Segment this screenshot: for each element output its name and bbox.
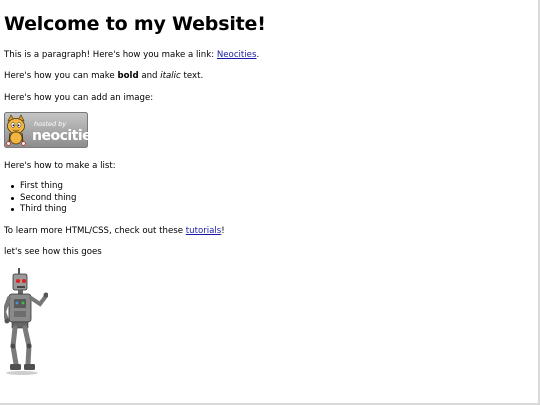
paragraph-formatting: Here's how you can make bold and italic … <box>4 71 203 82</box>
paragraph-closing: let's see how this goes <box>4 247 102 257</box>
page-heading: Welcome to my Website! <box>4 13 266 35</box>
paragraph-image-intro: Here's how you can add an image: <box>4 93 154 103</box>
cat-mascot-icon <box>6 114 26 146</box>
formatting-text-before: Here's how you can make <box>4 71 118 81</box>
paragraph-text: This is a paragraph! Here's how you make… <box>4 50 217 60</box>
formatting-text-after: text. <box>180 71 204 81</box>
tutorials-text-before: To learn more HTML/CSS, check out these <box>4 226 186 236</box>
robot-image <box>4 268 48 375</box>
badge-line2: neocities <box>32 128 88 144</box>
paragraph-end: . <box>256 50 260 60</box>
paragraph-list-intro: Here's how to make a list: <box>4 161 116 171</box>
formatting-text-middle: and <box>138 71 161 81</box>
things-list: First thing Second thing Third thing <box>4 181 76 216</box>
neocities-link[interactable]: Neocities <box>217 50 257 60</box>
list-item: First thing <box>4 181 76 193</box>
tutorials-link[interactable]: tutorials <box>186 226 222 236</box>
italic-text: italic <box>160 71 181 81</box>
paragraph-tutorials: To learn more HTML/CSS, check out these … <box>4 226 225 237</box>
badge-line1: hosted by <box>34 120 66 128</box>
list-item: Second thing <box>4 193 76 205</box>
bold-text: bold <box>117 71 139 81</box>
paragraph-link: This is a paragraph! Here's how you make… <box>4 50 259 61</box>
list-item: Third thing <box>4 204 76 216</box>
tutorials-text-after: ! <box>221 226 225 236</box>
hosted-by-neocities-badge[interactable]: hosted by neocities <box>4 112 88 148</box>
